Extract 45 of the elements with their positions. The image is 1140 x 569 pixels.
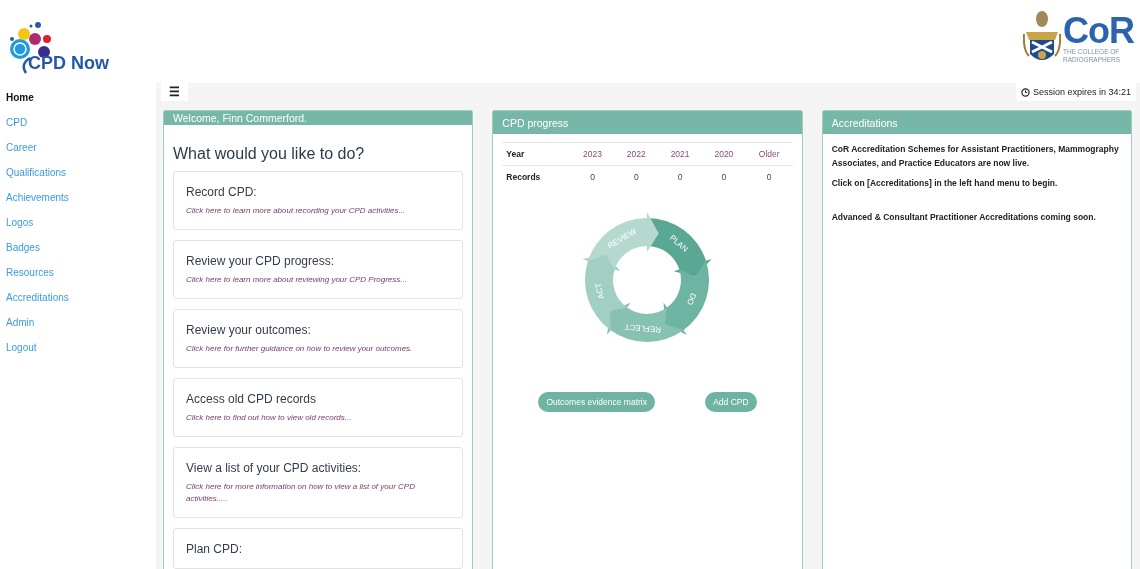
action-card[interactable]: Plan CPD: xyxy=(173,528,464,569)
action-card[interactable]: Review your CPD progress: Click here to learn more about reviewing your CPD Progress... xyxy=(173,240,464,299)
card-link[interactable]: Click here to find out how to view old records... xyxy=(186,412,451,424)
table-cell: 2022 xyxy=(614,142,659,166)
card-link[interactable]: Click here to learn more about reviewing your CPD Progress... xyxy=(186,274,451,286)
menu-button[interactable]: ☰ xyxy=(161,83,188,101)
table-cell: Older xyxy=(745,142,793,166)
card-link[interactable]: Click here to learn more about recording your CPD activities... xyxy=(186,205,451,217)
table-cell: 0 xyxy=(570,165,615,188)
card-title: Access old CPD records xyxy=(186,392,318,406)
sidebar-item[interactable]: Home xyxy=(6,90,156,106)
card-title: Review your outcomes: xyxy=(186,323,312,337)
app-logo-text: CPD Now xyxy=(28,53,109,74)
table-cell: Records xyxy=(502,165,571,188)
table-cell: 0 xyxy=(658,165,702,188)
panel-title: Accreditations xyxy=(822,111,1131,134)
table-cell: 2021 xyxy=(658,142,702,166)
action-card[interactable]: Review your outcomes: Click here for further guidance on how to review your outcomes. xyxy=(173,309,464,368)
notice-text: CoR Accreditation Schemes for Assistant Practitioners, Mammography Associates, and Practice Educators are now live. xyxy=(831,143,1120,170)
card-title: Review your CPD progress: xyxy=(186,254,336,268)
card-title: Record CPD: xyxy=(186,185,258,199)
cycle-label: DO xyxy=(685,291,699,307)
action-card[interactable]: Record CPD: Click here to learn more about recording your CPD activities... xyxy=(173,171,464,230)
action-card[interactable]: Access old CPD records Click here to find out how to view old records... xyxy=(173,378,464,437)
panel-heading: What would you like to do? xyxy=(172,144,366,164)
card-link[interactable]: Click here for more information on how to view a list of your CPD activities..... xyxy=(186,481,451,505)
table-cell: Year xyxy=(502,142,571,166)
action-card[interactable]: View a list of your CPD activities: Click here for more information on how to view a list of your CPD activities..... xyxy=(173,447,464,518)
table-cell: 0 xyxy=(614,165,659,188)
card-title: View a list of your CPD activities: xyxy=(186,461,363,475)
table-cell: 2020 xyxy=(702,142,746,166)
session-text: Session expires in 34:21 xyxy=(1032,87,1131,97)
panel-title: CPD progress xyxy=(493,111,802,134)
clock-icon xyxy=(1020,87,1030,97)
panel-title: Welcome, Finn Commerford. xyxy=(164,111,473,125)
table-cell: 0 xyxy=(745,165,793,188)
notice-text: Click on [Accreditations] in the left hand menu to begin. xyxy=(831,177,1059,190)
notice-text: Advanced & Consultant Practitioner Accreditations coming soon. xyxy=(831,211,1097,224)
table-cell: 2023 xyxy=(570,142,615,166)
cycle-label: ACT xyxy=(594,282,607,300)
cycle-label: REFLECT xyxy=(624,322,662,335)
card-title: Plan CPD: xyxy=(186,542,244,556)
card-link[interactable]: Click here for further guidance on how to review your outcomes. xyxy=(186,343,451,355)
table-cell: 0 xyxy=(702,165,746,188)
org-logo-text: CoR xyxy=(1063,14,1134,48)
